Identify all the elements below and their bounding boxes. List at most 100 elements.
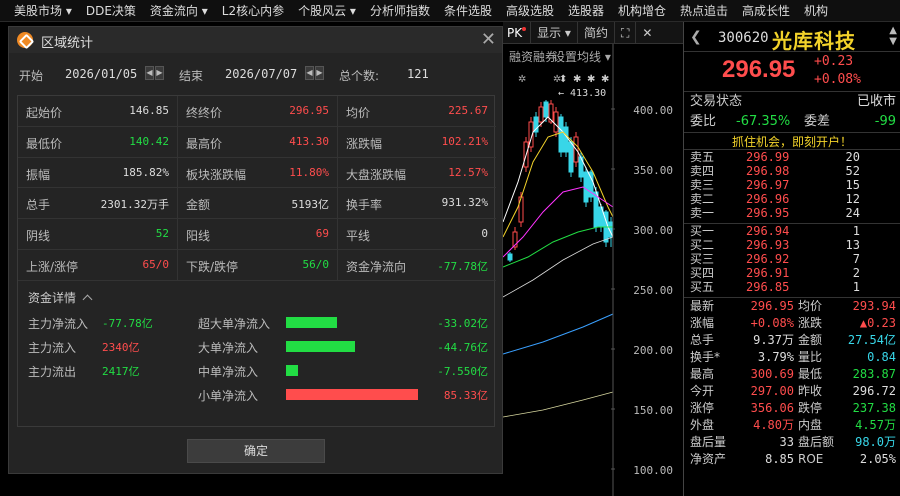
bid-volume: 1 <box>852 224 860 238</box>
start-prev-icon[interactable]: ◀ <box>145 66 154 80</box>
y-tick-label: 350.00 <box>633 164 673 177</box>
ask-row[interactable]: 卖二 296.96 12 <box>684 192 900 206</box>
stat-label: 涨停 <box>690 401 715 415</box>
bid-row[interactable]: 买三 296.92 7 <box>684 252 900 266</box>
stat-value: 296.95 <box>750 299 794 313</box>
stat-cell: 起始价 146.85 <box>18 96 178 127</box>
dialog-titlebar[interactable]: 区域统计 ✕ <box>9 27 502 53</box>
start-next-icon[interactable]: ▶ <box>155 66 164 80</box>
stat-value: ▲0.23 <box>859 316 896 330</box>
menu-institution-add[interactable]: 机构增仓 <box>611 0 673 21</box>
stat-value: 3.79% <box>757 350 794 364</box>
stat-value: 356.06 <box>750 401 794 415</box>
bid-row[interactable]: 买四 296.91 2 <box>684 266 900 280</box>
close-icon[interactable]: ✕ <box>481 29 496 50</box>
ask-volume: 20 <box>845 150 860 164</box>
start-date-field[interactable]: 2026/01/05 <box>65 67 137 81</box>
menu-stock-watch[interactable]: 个股风云 ▾ <box>291 0 363 21</box>
order-flow-bar <box>286 341 355 352</box>
menu-l2-insider[interactable]: L2核心内参 <box>215 0 291 21</box>
bid-price: 296.92 <box>746 252 790 266</box>
stat-value: 296.72 <box>852 384 896 398</box>
ok-button[interactable]: 确定 <box>187 439 325 463</box>
bid-row[interactable]: 买五 296.85 1 <box>684 280 900 294</box>
trade-status-label: 交易状态 <box>690 94 743 109</box>
stat-cell-value: 52 <box>155 227 169 241</box>
menu-dde[interactable]: DDE决策 <box>79 0 143 21</box>
stat-cell-value: 185.82% <box>122 165 169 179</box>
event-marker-icon: ✱ <box>573 74 581 85</box>
y-tick-label: 400.00 <box>633 104 673 117</box>
stat-value: 8.85 <box>765 452 794 466</box>
stat-row: 最高 300.69 最低 283.87 <box>684 366 900 383</box>
end-next-icon[interactable]: ▶ <box>315 66 324 80</box>
stat-row: 净资产 8.85 ROE 2.05% <box>684 451 900 468</box>
stat-cell-value: 296.95 <box>289 104 329 117</box>
menu-institution[interactable]: 机构 <box>797 0 835 21</box>
stat-row: 最新 296.95 均价 293.94 <box>684 298 900 315</box>
y-tick-label: 300.00 <box>633 224 673 237</box>
end-date-field[interactable]: 2026/07/07 <box>225 67 297 81</box>
stat-row: 涨停 356.06 跌停 237.38 <box>684 400 900 417</box>
bid-volume: 1 <box>852 280 860 294</box>
quote-stats: 最新 296.95 均价 293.94 涨幅 +0.08% 涨跌 ▲0.23 总手 9.37万 金额… <box>684 298 900 468</box>
order-flow-row: 小单净流入 85.33亿 <box>198 387 488 403</box>
stat-cell-value: 11.80% <box>289 165 329 179</box>
ask-row[interactable]: 卖四 296.98 52 <box>684 164 900 178</box>
bid-volume: 2 <box>852 266 860 280</box>
menu-fund-flow[interactable]: 资金流向 ▾ <box>143 0 215 21</box>
menu-advanced-screen[interactable]: 高级选股 <box>499 0 561 21</box>
ask-price: 296.99 <box>746 150 790 164</box>
top-menu-bar: 美股市场 ▾ DDE决策 资金流向 ▾ L2核心内参 个股风云 ▾ 分析师指数 … <box>0 0 900 22</box>
y-tick-label: 250.00 <box>633 284 673 297</box>
bid-book: 买一 296.94 1 买二 296.93 13 买三 296.92 7 买四 296.91 2 买五 2… <box>684 224 900 294</box>
stat-cell-label: 平线 <box>346 229 371 244</box>
stat-label: 换手* <box>690 350 721 364</box>
bid-price: 296.91 <box>746 266 790 280</box>
end-prev-icon[interactable]: ◀ <box>305 66 314 80</box>
stat-value: 293.94 <box>852 299 896 313</box>
ask-volume: 12 <box>845 192 860 206</box>
bid-volume: 7 <box>852 252 860 266</box>
menu-us-market[interactable]: 美股市场 ▾ <box>0 0 79 21</box>
menu-hot-chase[interactable]: 热点追击 <box>673 0 735 21</box>
stat-cell: 大盘涨跌幅 12.57% <box>338 158 496 189</box>
stat-cell: 下跌/跌停 56/0 <box>178 249 338 281</box>
bid-row[interactable]: 买二 296.93 13 <box>684 238 900 252</box>
menu-analyst-index[interactable]: 分析师指数 <box>363 0 437 21</box>
ask-row[interactable]: 卖三 296.97 15 <box>684 178 900 192</box>
chevron-left-icon[interactable]: ❮ <box>690 29 702 45</box>
quote-panel: ❮ 300620 光库科技 ▲ ▼ 296.95 +0.23 +0.08% 交易状… <box>683 22 900 496</box>
menu-condition-screen[interactable]: 条件选股 <box>437 0 499 21</box>
stat-row: 涨幅 +0.08% 涨跌 ▲0.23 <box>684 315 900 332</box>
kline-chart-area[interactable]: PK 显示 ▾ 简约 ⛶ ✕ 融资融券 设置均线 ▾ ← 413.30 ✲ ✲ ⬍ ✱ ✱… <box>503 22 683 496</box>
candle-body <box>558 116 564 153</box>
ask-row[interactable]: 卖一 296.95 24 <box>684 206 900 220</box>
weicha-label: 委差 <box>804 114 831 129</box>
stat-cell-label: 涨跌幅 <box>346 136 383 151</box>
open-account-promo-link[interactable]: 抓住机会，即刻开户！ <box>684 132 900 150</box>
stat-value: 2.05% <box>859 452 896 466</box>
stat-row: 换手* 3.79% 量比 0.84 <box>684 349 900 366</box>
order-flow-value: -33.02亿 <box>437 317 488 330</box>
scroll-arrows-icon[interactable]: ▲ ▼ <box>889 25 897 47</box>
bid-row[interactable]: 买一 296.94 1 <box>684 224 900 238</box>
ask-price: 296.98 <box>746 164 790 178</box>
bid-price: 296.93 <box>746 238 790 252</box>
bid-level-label: 买一 <box>690 224 715 238</box>
bid-volume: 13 <box>845 238 860 252</box>
stat-cell-value: 0 <box>481 227 488 241</box>
menu-screener[interactable]: 选股器 <box>561 0 611 21</box>
stat-label: 最高 <box>690 367 715 381</box>
bid-level-label: 买四 <box>690 266 715 280</box>
date-range-row: 开始 2026/01/05 ◀ ▶ 结束 2026/07/07 ◀ ▶ 总个数:… <box>9 53 502 95</box>
order-flow-label: 小单净流入 <box>198 389 259 403</box>
bid-price: 296.85 <box>746 280 790 294</box>
menu-high-growth[interactable]: 高成长性 <box>735 0 797 21</box>
ask-level-label: 卖三 <box>690 178 715 192</box>
main-flow-value: -77.78亿 <box>102 317 153 330</box>
stat-value: 9.37万 <box>753 333 794 347</box>
fund-details-toggle[interactable]: 资金详情 <box>28 289 93 306</box>
order-flow-row: 超大单净流入 -33.02亿 <box>198 315 488 331</box>
ask-row[interactable]: 卖五 296.99 20 <box>684 150 900 164</box>
